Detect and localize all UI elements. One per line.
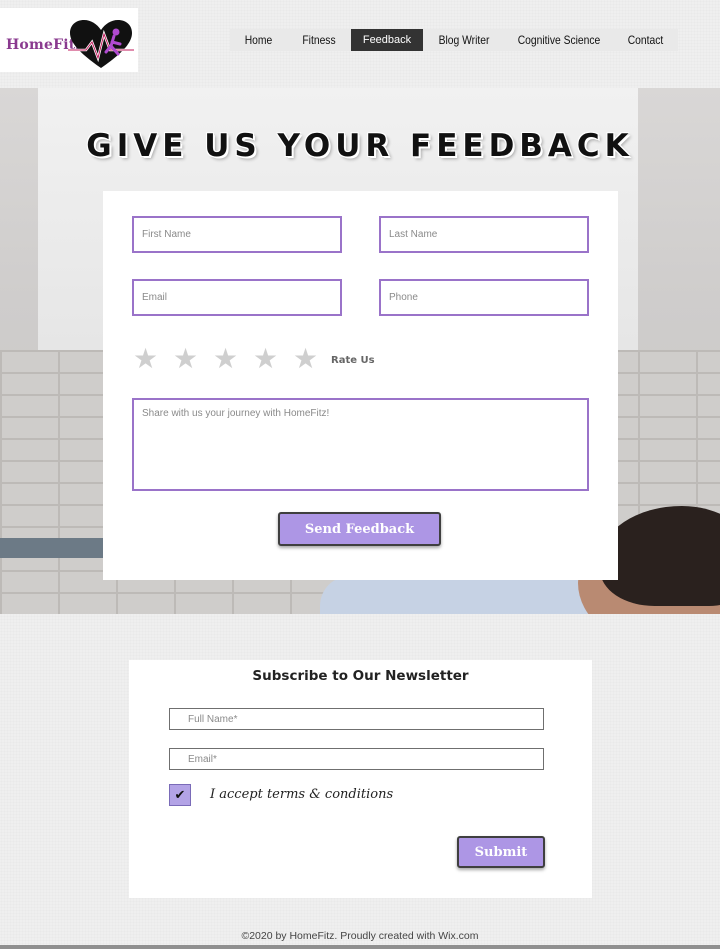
- newsletter-title: Subscribe to Our Newsletter: [252, 668, 469, 684]
- background-person-shirt: [320, 576, 610, 614]
- background-shelf: [0, 538, 110, 558]
- star-1-icon[interactable]: ★: [133, 345, 173, 373]
- homefitz-logo[interactable]: HomeFitz: [0, 8, 138, 72]
- rating-label: Rate Us: [331, 355, 375, 366]
- star-3-icon[interactable]: ★: [213, 345, 253, 373]
- full-name-input[interactable]: [169, 708, 544, 730]
- feedback-form: ★ ★ ★ ★ ★ Rate Us Send Feedback: [103, 191, 618, 580]
- nav-item-blog-writer[interactable]: Blog Writer: [429, 29, 500, 51]
- star-2-icon[interactable]: ★: [173, 345, 213, 373]
- last-name-input[interactable]: [379, 216, 589, 253]
- checkmark-icon: ✔: [174, 787, 186, 803]
- star-rating: ★ ★ ★ ★ ★: [133, 345, 333, 373]
- heart-heartbeat-icon: [68, 20, 134, 68]
- phone-input[interactable]: [379, 279, 589, 316]
- newsletter-email-input[interactable]: [169, 748, 544, 770]
- terms-checkbox[interactable]: ✔: [169, 784, 191, 806]
- newsletter-form: Subscribe to Our Newsletter ✔ I accept t…: [129, 660, 592, 898]
- nav-item-feedback[interactable]: Feedback: [351, 29, 423, 51]
- nav-item-fitness[interactable]: Fitness: [291, 29, 346, 51]
- page-title: GIVE US YOUR FEEDBACK: [86, 128, 634, 164]
- submit-button[interactable]: Submit: [457, 836, 545, 868]
- main-navigation: Home Fitness Feedback Blog Writer Cognit…: [230, 29, 678, 51]
- terms-label: I accept terms & conditions: [210, 787, 394, 802]
- star-5-icon[interactable]: ★: [293, 345, 333, 373]
- nav-item-contact[interactable]: Contact: [618, 29, 674, 51]
- star-4-icon[interactable]: ★: [253, 345, 293, 373]
- feedback-hero-section: GIVE US YOUR FEEDBACK ★ ★ ★ ★ ★ Rate Us …: [0, 88, 720, 614]
- nav-item-cognitive-science[interactable]: Cognitive Science: [513, 29, 606, 51]
- first-name-input[interactable]: [132, 216, 342, 253]
- nav-item-home[interactable]: Home: [234, 29, 283, 51]
- footer-text: ©2020 by HomeFitz. Proudly created with …: [241, 930, 479, 942]
- send-feedback-button[interactable]: Send Feedback: [278, 512, 441, 546]
- site-header: HomeFitz Home Fitness Feedback Blog Writ…: [0, 0, 720, 88]
- bottom-strip: [0, 945, 720, 949]
- email-input[interactable]: [132, 279, 342, 316]
- message-textarea[interactable]: [132, 398, 589, 491]
